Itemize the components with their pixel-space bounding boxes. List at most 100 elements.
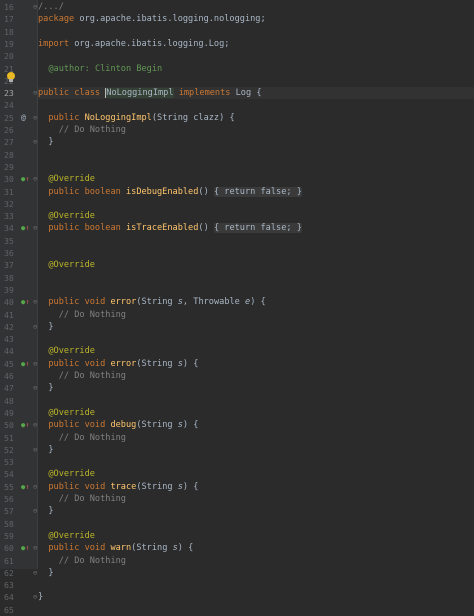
fold-toggle-icon[interactable]: ⊖	[33, 136, 37, 148]
gutter-line[interactable]: 53	[0, 456, 37, 468]
gutter-line[interactable]: 40 ●↑ ⊖	[0, 296, 37, 308]
fold-toggle-icon[interactable]: ⊖	[33, 112, 37, 124]
gutter-line[interactable]: 65	[0, 604, 37, 616]
gutter-line[interactable]: 21	[0, 63, 37, 75]
gutter-line[interactable]: 16 ⊖	[0, 1, 37, 13]
gutter-line[interactable]: 25 @ ⊖	[0, 112, 37, 124]
code-line[interactable]	[38, 247, 474, 259]
gutter-line[interactable]: 27 ⊖	[0, 136, 37, 148]
code-line[interactable]: public void debug(String s) {	[38, 419, 474, 431]
code-line[interactable]: public class NoLoggingImpl implements Lo…	[38, 87, 474, 100]
gutter-line[interactable]: 29	[0, 161, 37, 173]
gutter-line[interactable]: 26	[0, 124, 37, 136]
gutter-line[interactable]: 30 ●↑ ⊖	[0, 173, 37, 185]
fold-toggle-icon[interactable]: ⊖	[33, 444, 37, 456]
code-line[interactable]	[38, 333, 474, 345]
gutter-line[interactable]: 17	[0, 13, 37, 25]
gutter-line[interactable]: 31	[0, 186, 37, 198]
code-line[interactable]: @Override	[38, 530, 474, 542]
code-line[interactable]	[38, 284, 474, 296]
gutter-line[interactable]: 57 ⊖	[0, 505, 37, 517]
code-line[interactable]: @Override	[38, 210, 474, 222]
code-line[interactable]: package org.apache.ibatis.logging.nologg…	[38, 13, 474, 25]
gutter-line[interactable]: 36	[0, 247, 37, 259]
gutter-line[interactable]: 19	[0, 38, 37, 50]
code-line[interactable]: }	[38, 591, 474, 603]
gutter-line[interactable]: 47 ⊖	[0, 382, 37, 394]
code-line[interactable]	[38, 26, 474, 38]
gutter-line[interactable]: 33	[0, 210, 37, 222]
code-line[interactable]: }	[38, 444, 474, 456]
gutter-line[interactable]: 54	[0, 468, 37, 480]
code-line[interactable]: // Do Nothing	[38, 309, 474, 321]
code-line[interactable]	[38, 579, 474, 591]
code-line[interactable]	[38, 395, 474, 407]
fold-toggle-icon[interactable]: ⊖	[33, 1, 37, 13]
fold-toggle-icon[interactable]: ⊖	[33, 505, 37, 517]
fold-toggle-icon[interactable]: ⊖	[33, 481, 37, 493]
code-area[interactable]: /.../package org.apache.ibatis.logging.n…	[38, 0, 474, 602]
code-line[interactable]: // Do Nothing	[38, 493, 474, 505]
code-line[interactable]	[38, 50, 474, 62]
gutter-line[interactable]: 45 ●↑ ⊖	[0, 358, 37, 370]
gutter-line[interactable]: 23 ⊖	[0, 87, 37, 99]
gutter-line[interactable]: 34 ●↑ ⊖	[0, 222, 37, 234]
gutter-line[interactable]: 18	[0, 26, 37, 38]
gutter-line[interactable]: 48	[0, 395, 37, 407]
fold-toggle-icon[interactable]: ⊖	[33, 321, 37, 333]
gutter-line[interactable]: 55 ●↑ ⊖	[0, 481, 37, 493]
override-method-icon[interactable]: ●↑	[21, 481, 29, 493]
override-method-icon[interactable]: ●↑	[21, 542, 29, 554]
lightbulb-icon[interactable]	[7, 72, 15, 82]
gutter-line[interactable]: 41	[0, 309, 37, 321]
code-line[interactable]	[38, 149, 474, 161]
code-line[interactable]: @Override	[38, 468, 474, 480]
fold-toggle-icon[interactable]: ⊖	[33, 358, 37, 370]
gutter-line[interactable]: 42 ⊖	[0, 321, 37, 333]
gutter-line[interactable]: 49	[0, 407, 37, 419]
gutter-line[interactable]: 50 ●↑ ⊖	[0, 419, 37, 431]
gutter-line[interactable]: 51	[0, 432, 37, 444]
code-line[interactable]	[38, 198, 474, 210]
gutter-line[interactable]: 24	[0, 99, 37, 111]
code-line[interactable]: // Do Nothing	[38, 124, 474, 136]
gutter-line[interactable]: 37	[0, 259, 37, 271]
override-method-icon[interactable]: ●↑	[21, 419, 29, 431]
gutter-line[interactable]: 58	[0, 518, 37, 530]
code-line[interactable]	[38, 235, 474, 247]
fold-toggle-icon[interactable]: ⊖	[33, 591, 37, 603]
gutter-line[interactable]: 38	[0, 272, 37, 284]
gutter-line[interactable]: 52 ⊖	[0, 444, 37, 456]
code-line[interactable]: @Override	[38, 259, 474, 271]
code-line[interactable]: public boolean isDebugEnabled() { return…	[38, 186, 474, 198]
code-line[interactable]: // Do Nothing	[38, 370, 474, 382]
gutter-line[interactable]: 28	[0, 149, 37, 161]
code-line[interactable]: }	[38, 321, 474, 333]
gutter-line[interactable]: 61	[0, 555, 37, 567]
code-line[interactable]: public void warn(String s) {	[38, 542, 474, 554]
code-line[interactable]: @Override	[38, 173, 474, 185]
code-line[interactable]: import org.apache.ibatis.logging.Log;	[38, 38, 474, 50]
fold-toggle-icon[interactable]: ⊖	[33, 173, 37, 185]
gutter-line[interactable]: 64 ⊖	[0, 591, 37, 603]
code-line[interactable]: public NoLoggingImpl(String clazz) {	[38, 112, 474, 124]
code-line[interactable]: }	[38, 505, 474, 517]
gutter-line[interactable]: 35	[0, 235, 37, 247]
code-line[interactable]	[38, 161, 474, 173]
gutter-line[interactable]: 39	[0, 284, 37, 296]
code-line[interactable]: @author: Clinton Begin	[38, 63, 474, 75]
code-line[interactable]	[38, 518, 474, 530]
code-line[interactable]: /.../	[38, 1, 474, 13]
code-line[interactable]: public void error(String s, Throwable e)…	[38, 296, 474, 308]
gutter-line[interactable]: 43	[0, 333, 37, 345]
code-line[interactable]: }	[38, 136, 474, 148]
code-editor[interactable]: 16 ⊖ 171819 20212223 ⊖ 2425 @ ⊖ 26 27 ⊖ 2829 30 ●↑ ⊖ 31…	[0, 0, 474, 615]
fold-toggle-icon[interactable]: ⊖	[33, 87, 37, 99]
gutter-line[interactable]: 60 ●↑ ⊖	[0, 542, 37, 554]
override-method-icon[interactable]: ●↑	[21, 358, 29, 370]
fold-toggle-icon[interactable]: ⊖	[33, 222, 37, 234]
override-method-icon[interactable]: ●↑	[21, 296, 29, 308]
code-line[interactable]	[38, 604, 474, 616]
code-line[interactable]: // Do Nothing	[38, 555, 474, 567]
override-method-icon[interactable]: ●↑	[21, 222, 29, 234]
